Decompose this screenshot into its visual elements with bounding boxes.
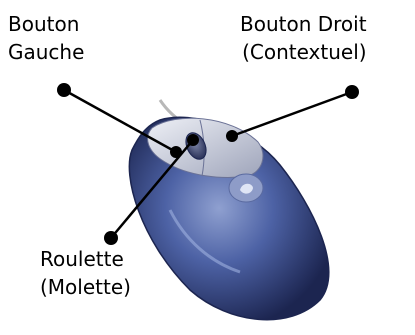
left-button-label: Bouton Gauche bbox=[8, 10, 84, 66]
wheel-label-line1: Roulette bbox=[40, 247, 124, 271]
leader-dot-right bbox=[345, 85, 359, 99]
leader-dot-wheel bbox=[187, 134, 199, 146]
right-button-label: Bouton Droit (Contextuel) bbox=[240, 10, 367, 66]
left-button-label-line2: Gauche bbox=[8, 40, 85, 64]
wheel-label: Roulette (Molette) bbox=[40, 245, 131, 301]
mouse-diagram: Bouton Gauche Bouton Droit (Contextuel) … bbox=[0, 0, 415, 335]
left-button-label-line1: Bouton bbox=[8, 12, 80, 36]
leader-dot-wheel-label bbox=[104, 231, 118, 245]
right-button-label-line1: Bouton Droit bbox=[240, 12, 367, 36]
wheel-label-line2: (Molette) bbox=[40, 275, 131, 299]
leader-dot-left bbox=[57, 83, 71, 97]
leader-dot-right-button bbox=[226, 130, 238, 142]
leader-line-right-button bbox=[231, 90, 353, 138]
right-button-label-line2: (Contextuel) bbox=[242, 40, 367, 64]
leader-dot-left-button bbox=[170, 146, 182, 158]
